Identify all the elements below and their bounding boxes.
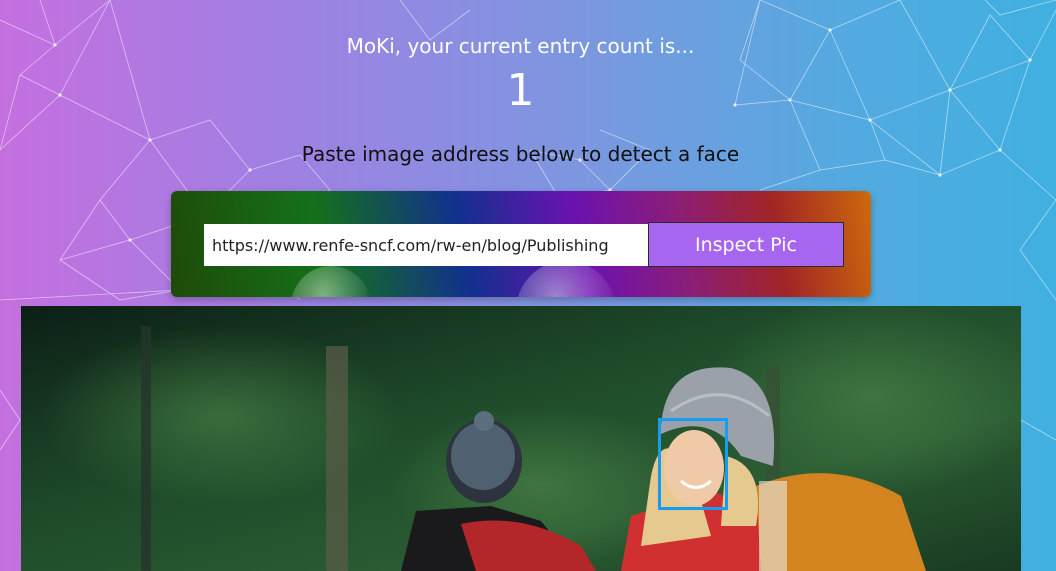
entry-count-greeting: MoKi, your current entry count is... xyxy=(346,34,695,58)
entry-count-value: 1 xyxy=(506,65,535,116)
decorative-bubble xyxy=(291,266,371,297)
inspect-pic-button[interactable]: Inspect Pic xyxy=(648,222,844,267)
detected-face-box xyxy=(658,418,728,510)
decorative-bubble xyxy=(516,261,616,297)
hikers-photo-image xyxy=(21,306,1021,571)
image-url-input[interactable] xyxy=(204,224,649,266)
analyzed-photo xyxy=(21,306,1021,571)
image-url-form: Inspect Pic xyxy=(171,191,871,297)
instructions-text: Paste image address below to detect a fa… xyxy=(301,142,740,166)
